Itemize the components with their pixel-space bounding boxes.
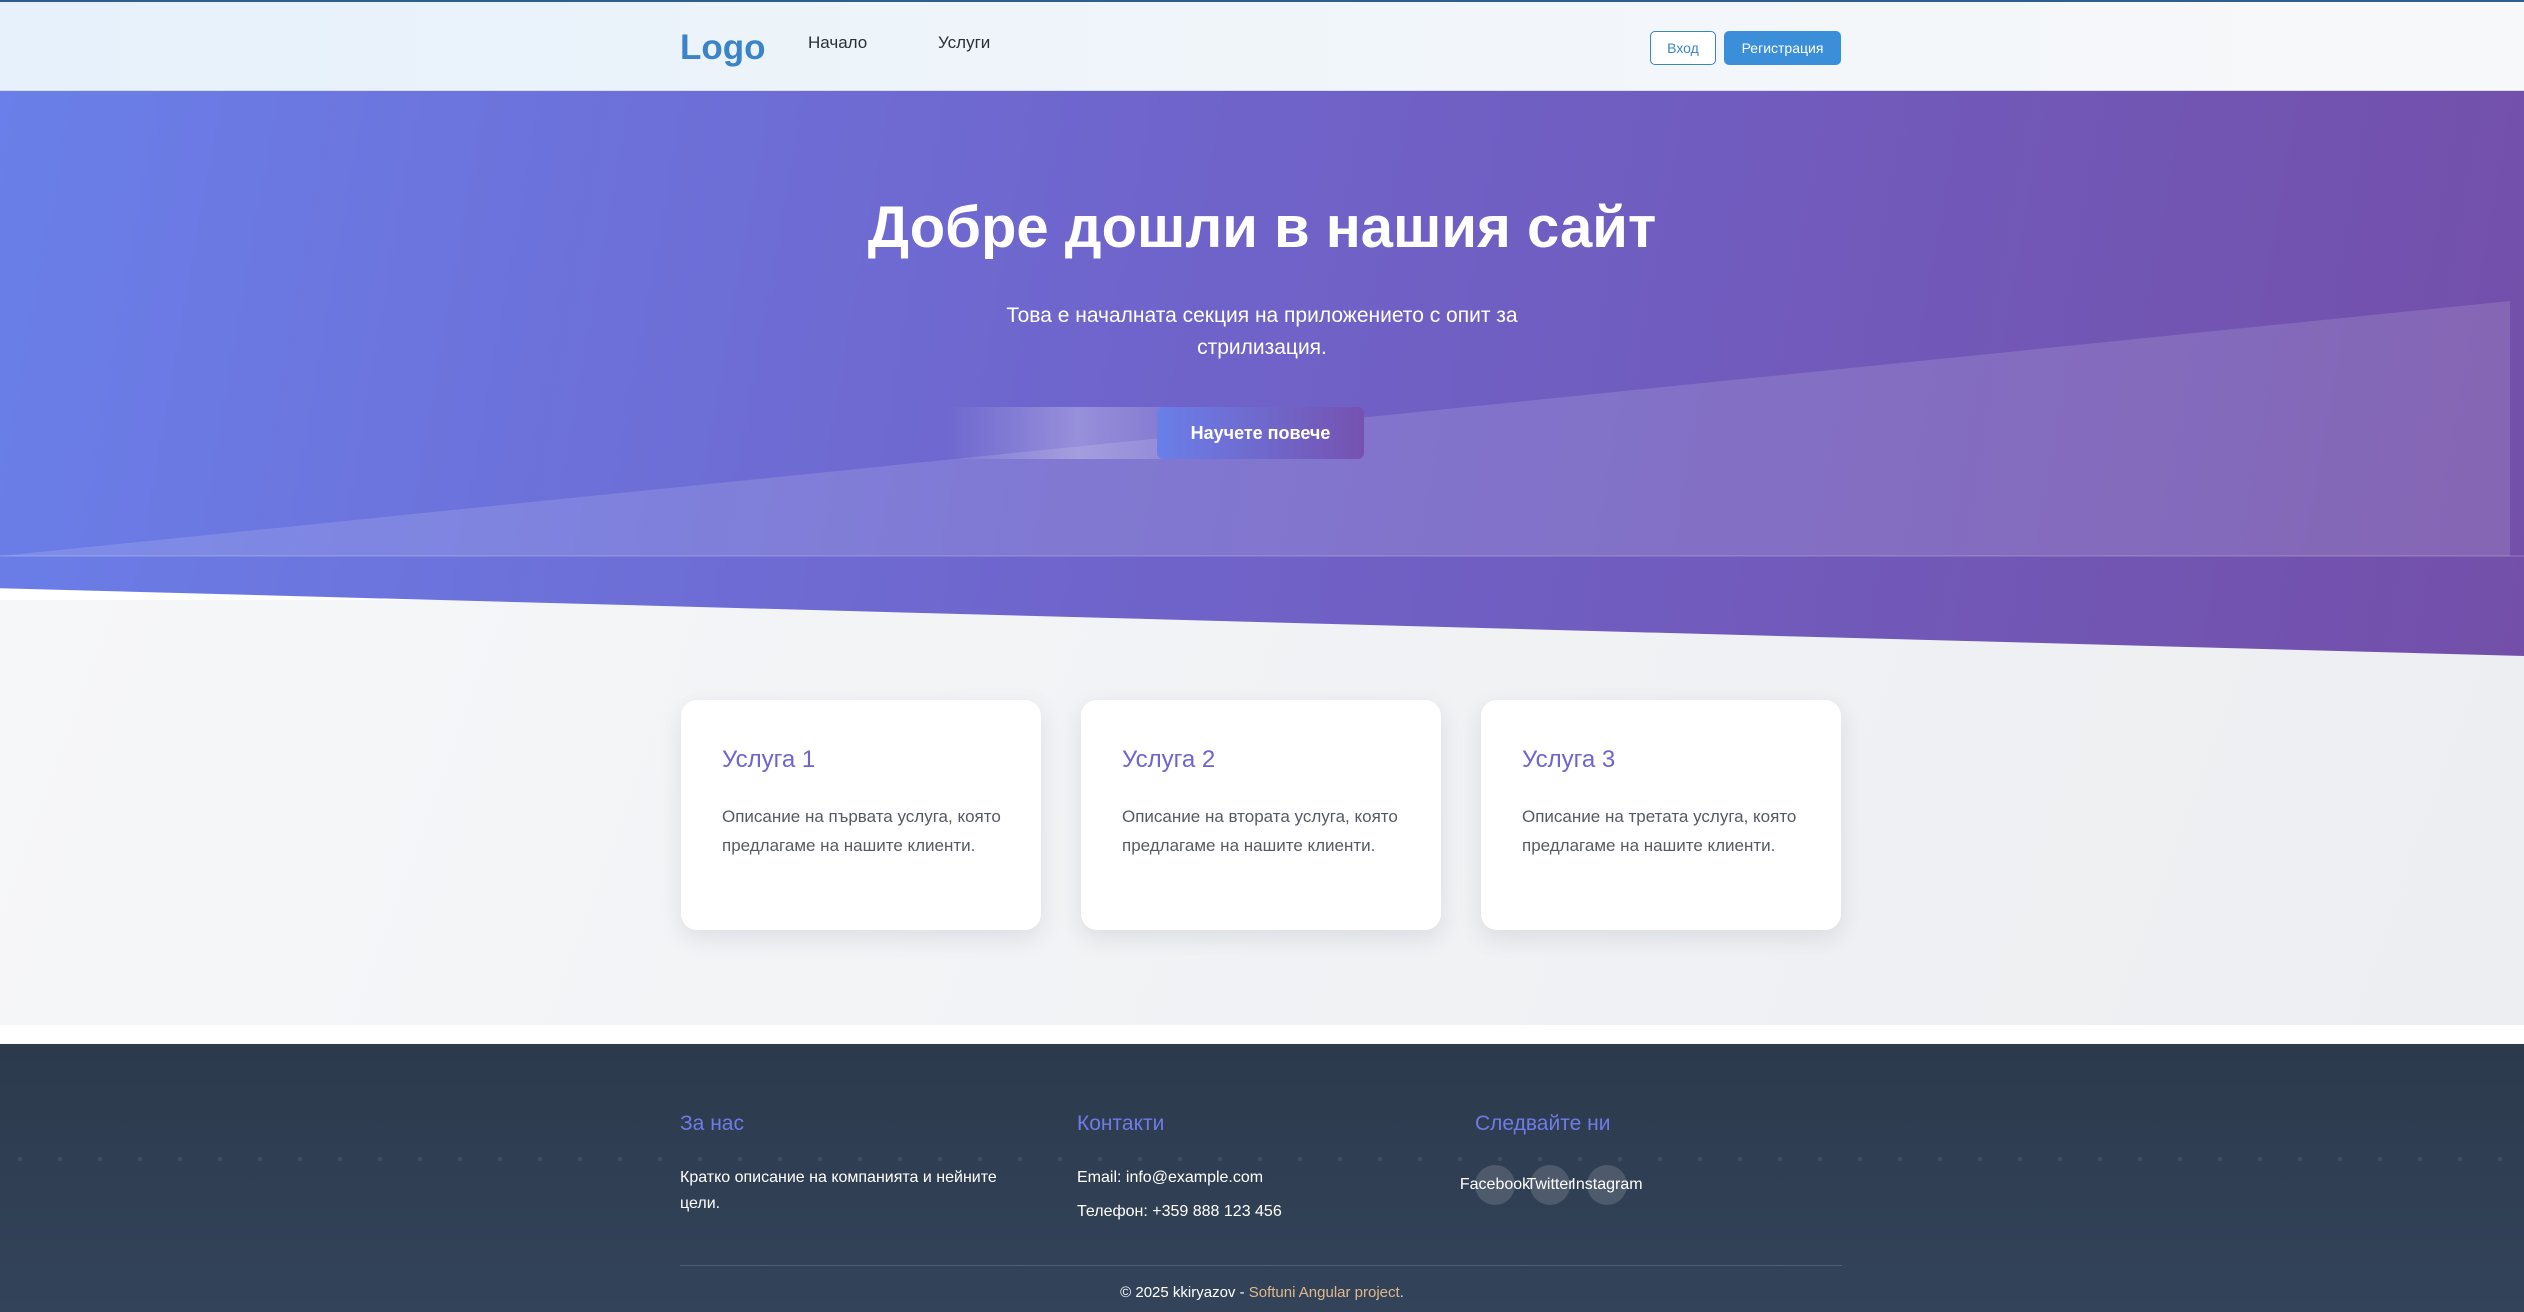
twitter-link[interactable]: Twitter — [1526, 1165, 1574, 1205]
service-card-description: Описание на третата услуга, която предла… — [1522, 807, 1797, 855]
footer-about-heading: За нас — [680, 1112, 744, 1135]
service-card: Услуга 2 Описание на втората услуга, коя… — [1081, 700, 1441, 930]
footer-about-text: Кратко описание на компанията и нейните … — [680, 1169, 997, 1212]
nav-link-home[interactable]: Начало — [808, 33, 867, 53]
footer-phone: Телефон: +359 888 123 456 — [1077, 1203, 1282, 1220]
service-card-title: Услуга 1 — [722, 746, 816, 773]
footer-email: Email: info@example.com — [1077, 1169, 1264, 1186]
nav-link-services[interactable]: Услуги — [938, 33, 990, 53]
hero-decorative-shape — [0, 301, 2524, 557]
instagram-label: Instagram — [1571, 1176, 1643, 1193]
site-footer: За нас Кратко описание на компанията и н… — [0, 1044, 2524, 1312]
hero-button-glow — [946, 407, 1166, 459]
copyright-suffix: . — [1399, 1284, 1404, 1301]
footer-divider — [680, 1265, 1842, 1266]
service-card-description: Описание на втората услуга, която предла… — [1122, 807, 1398, 855]
service-card-description: Описание на първата услуга, която предла… — [722, 807, 1001, 855]
service-card: Услуга 3 Описание на третата услуга, коя… — [1481, 700, 1841, 930]
facebook-link[interactable]: Facebook — [1460, 1165, 1530, 1205]
copyright: © 2025 kkiryazov - Softuni Angular proje… — [0, 1284, 2524, 1301]
logo[interactable]: Logo — [680, 28, 766, 68]
footer-follow-heading: Следвайте ни — [1475, 1112, 1611, 1135]
hero-section: Добре дошли в нашия сайт Това е началнат… — [0, 91, 2524, 656]
project-link[interactable]: Softuni Angular project — [1249, 1284, 1400, 1301]
hero-title: Добре дошли в нашия сайт — [867, 195, 1657, 260]
service-card-title: Услуга 3 — [1522, 746, 1616, 773]
site-header: Logo Начало Услуги Вход Регистрация — [0, 0, 2524, 91]
service-card: Услуга 1 Описание на първата услуга, коя… — [681, 700, 1041, 930]
hero-subtitle: Това е началната секция на приложението … — [1006, 304, 1518, 359]
instagram-link[interactable]: Instagram — [1571, 1165, 1643, 1205]
facebook-label: Facebook — [1459, 1176, 1531, 1193]
footer-contacts-heading: Контакти — [1077, 1112, 1165, 1135]
register-button[interactable]: Регистрация — [1724, 31, 1841, 65]
learn-more-button[interactable]: Научете повече — [1157, 407, 1364, 459]
service-card-title: Услуга 2 — [1122, 746, 1216, 773]
login-button[interactable]: Вход — [1650, 31, 1716, 65]
copyright-prefix: © 2025 kkiryazov - — [1120, 1284, 1249, 1301]
twitter-label: Twitter — [1526, 1176, 1574, 1193]
